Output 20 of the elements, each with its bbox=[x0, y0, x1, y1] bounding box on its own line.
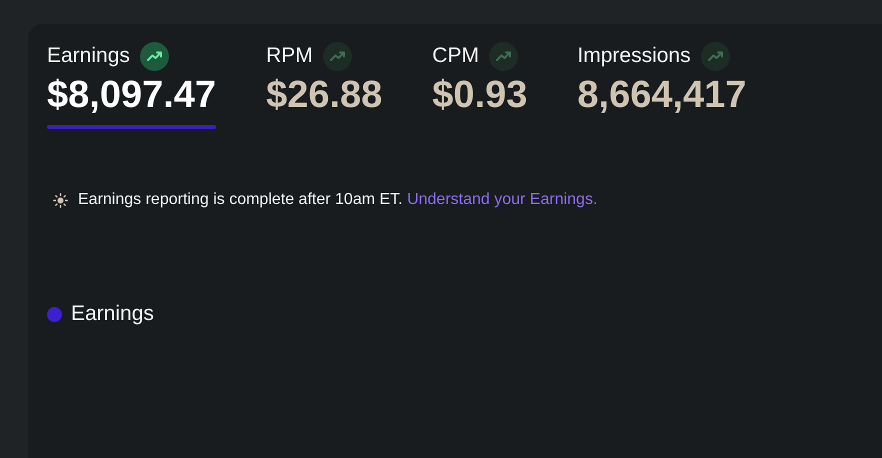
notice-text: Earnings reporting is complete after 10am ET. Understand your Earnings. bbox=[78, 191, 598, 209]
metric-label: CPM bbox=[432, 44, 479, 68]
metric-tab[interactable]: CPM $0.93 bbox=[432, 41, 528, 129]
trend-up-icon bbox=[140, 42, 169, 70]
trend-up-icon bbox=[700, 42, 730, 70]
sun-icon bbox=[53, 192, 68, 208]
metric-value: $26.88 bbox=[266, 73, 382, 118]
metric-label: Impressions bbox=[577, 44, 691, 68]
trend-up-icon bbox=[322, 42, 352, 70]
metric-label: Earnings bbox=[47, 44, 130, 68]
metric-value: 8,664,417 bbox=[577, 73, 746, 118]
trend-up-icon bbox=[488, 42, 518, 70]
metric-tab[interactable]: Earnings $8,097.47 bbox=[47, 41, 216, 129]
metric-value: $0.93 bbox=[432, 73, 528, 118]
metric-tab[interactable]: Impressions 8,664,417 bbox=[577, 41, 746, 129]
legend-label: Earnings bbox=[71, 302, 154, 326]
metric-value: $8,097.47 bbox=[47, 73, 216, 118]
metric-tab[interactable]: RPM $26.88 bbox=[266, 41, 382, 129]
earnings-help-link[interactable]: Understand your Earnings. bbox=[407, 191, 598, 208]
metric-label: RPM bbox=[266, 44, 313, 68]
